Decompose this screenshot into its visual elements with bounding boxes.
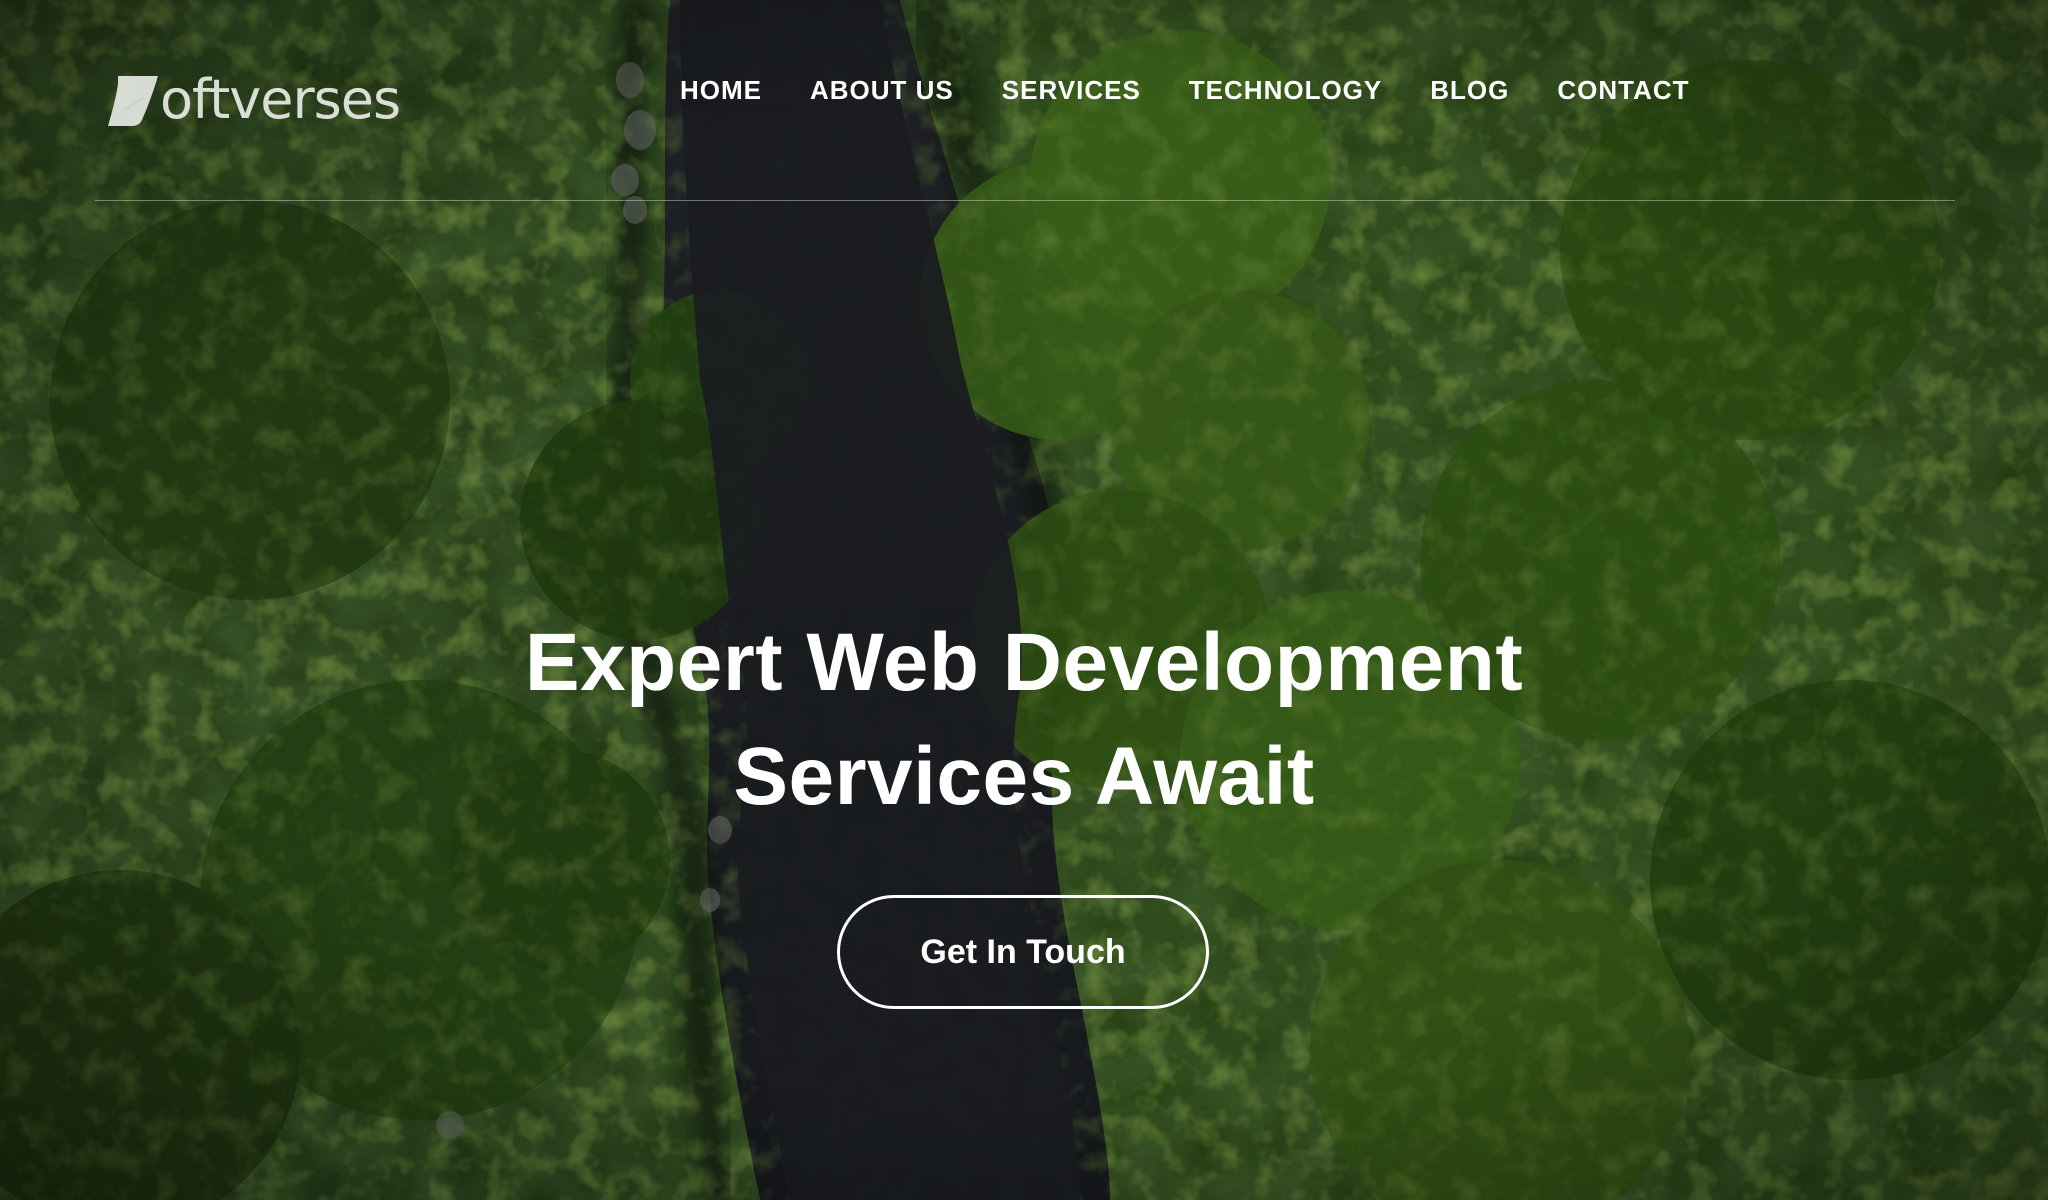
nav-item-services[interactable]: SERVICES	[1002, 72, 1141, 108]
logo-text: oftverses	[160, 68, 401, 131]
hero-headline: Expert Web Development Services Await	[324, 606, 1724, 834]
nav-item-technology[interactable]: TECHNOLOGY	[1189, 72, 1382, 108]
header-divider	[95, 200, 1955, 201]
main-navigation: HOME ABOUT US SERVICES TECHNOLOGY BLOG C…	[680, 72, 1690, 108]
nav-item-about-us[interactable]: ABOUT US	[810, 72, 954, 108]
logo-mark-icon	[108, 76, 158, 126]
nav-item-home[interactable]: HOME	[680, 72, 762, 108]
hero-headline-line-1: Expert Web Development	[524, 617, 1524, 708]
nav-item-blog[interactable]: BLOG	[1430, 72, 1509, 108]
get-in-touch-button[interactable]: Get In Touch	[837, 895, 1209, 1009]
hero-section: oftverses HOME ABOUT US SERVICES TECHNOL…	[0, 0, 2048, 1200]
nav-item-contact[interactable]: CONTACT	[1557, 72, 1689, 108]
hero-headline-line-2: Services Await	[733, 731, 1315, 822]
site-header: oftverses HOME ABOUT US SERVICES TECHNOL…	[0, 0, 2048, 202]
site-logo[interactable]: oftverses	[104, 68, 401, 131]
